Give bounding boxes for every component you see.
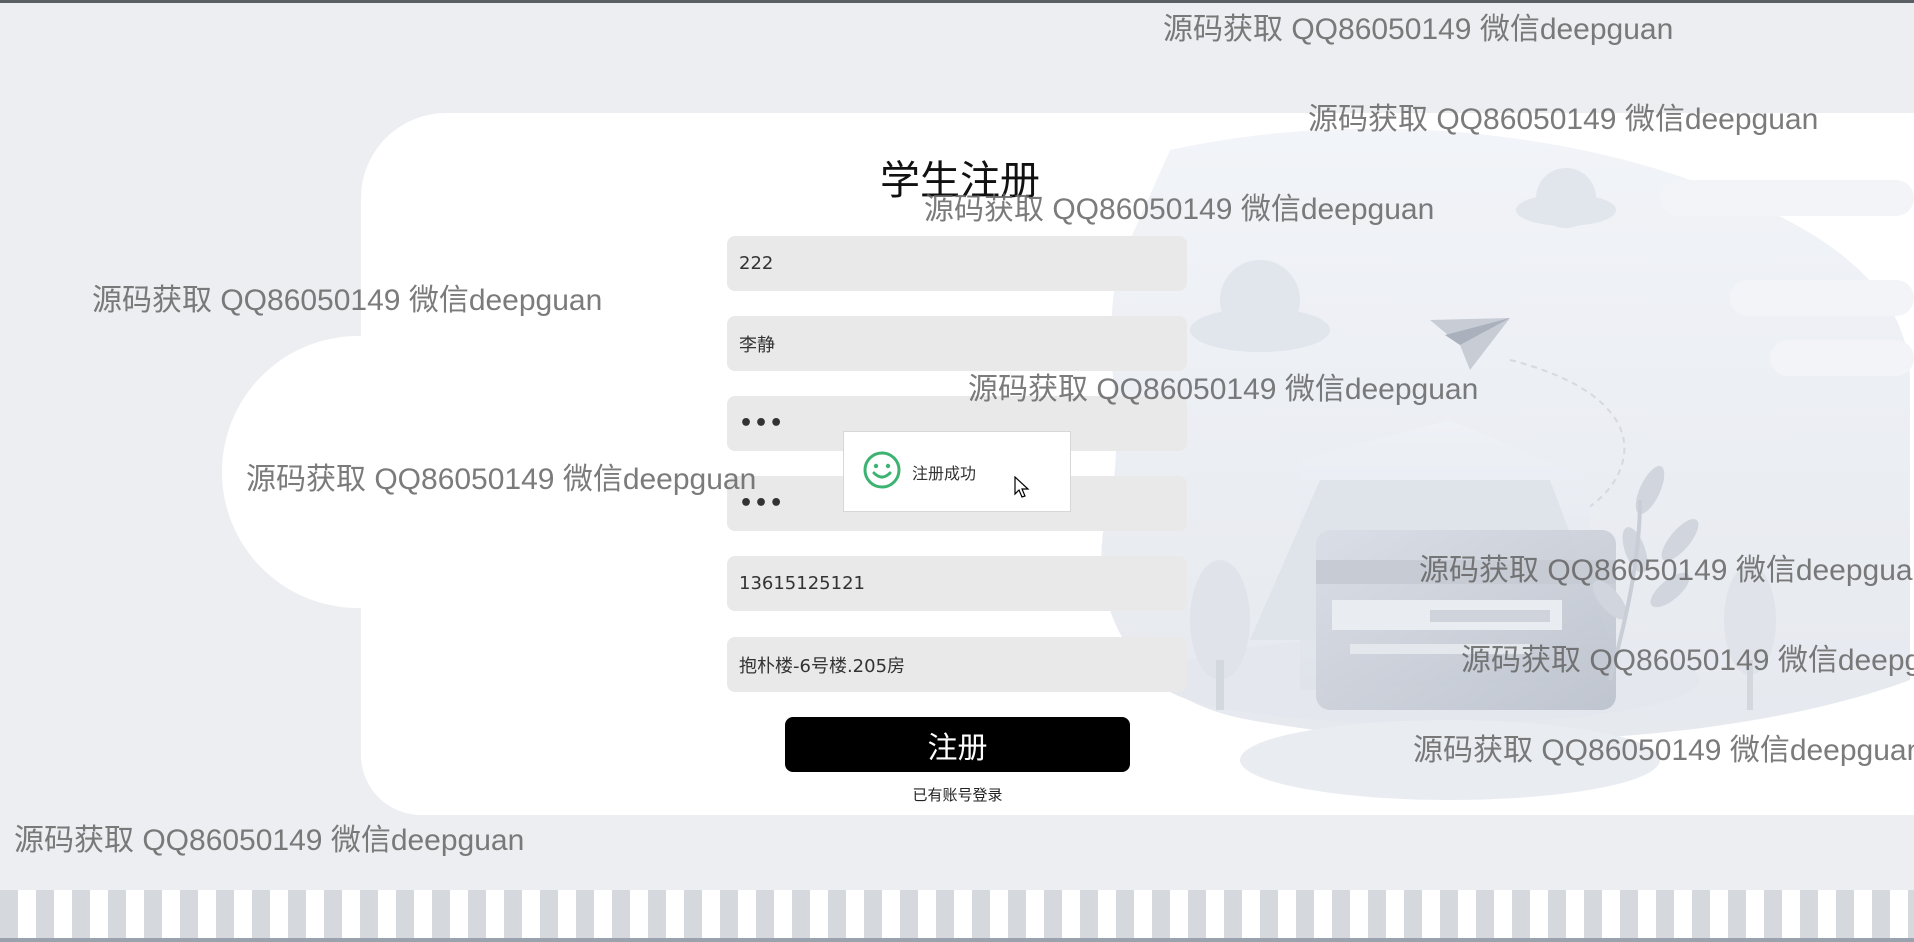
success-toast: 注册成功 (843, 431, 1071, 512)
phone-field[interactable]: 13615125121 (727, 556, 1187, 611)
smile-icon (862, 450, 902, 494)
bottom-border (0, 938, 1914, 942)
watermark: 源码获取 QQ86050149 微信deepguan (14, 824, 525, 857)
login-link[interactable]: 已有账号登录 (880, 784, 1035, 805)
card-bump-decoration (222, 336, 522, 608)
page-title: 学生注册 (880, 158, 1040, 204)
watermark: 源码获取 QQ86050149 微信deepguan (1163, 13, 1674, 46)
toast-message: 注册成功 (912, 463, 977, 483)
register-button[interactable]: 注册 (785, 717, 1130, 772)
illustration (1101, 128, 1914, 800)
name-field[interactable]: 李静 (727, 316, 1187, 371)
mouse-cursor-icon (1014, 476, 1030, 498)
dorm-field[interactable]: 抱朴楼-6号楼.205房 (727, 637, 1187, 692)
student-id-field[interactable]: 222 (727, 236, 1187, 291)
top-border (0, 0, 1914, 3)
stripe-band (0, 890, 1914, 940)
